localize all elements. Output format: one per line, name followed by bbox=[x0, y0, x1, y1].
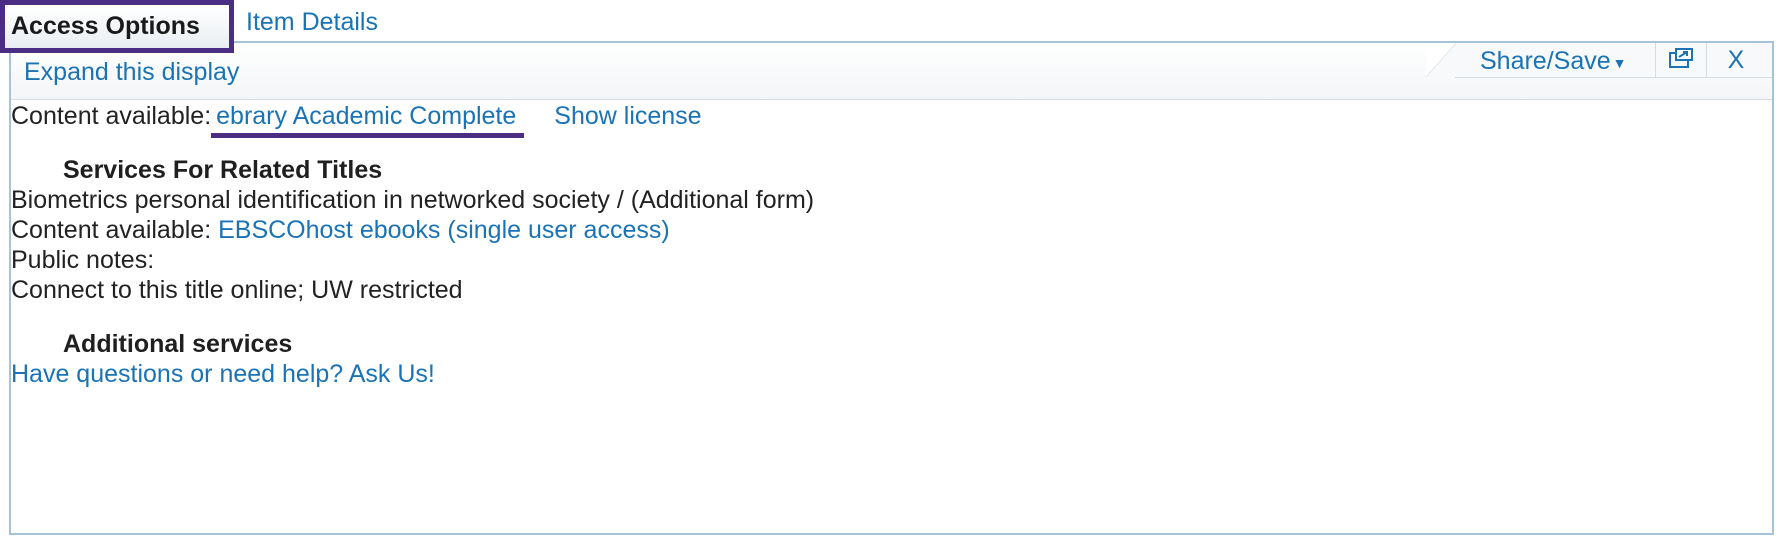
tab-access-options-label: Access Options bbox=[11, 12, 200, 40]
related-content-label: Content available: bbox=[11, 216, 212, 244]
content-available-label: Content available: bbox=[11, 102, 212, 130]
close-icon: X bbox=[1727, 46, 1745, 74]
chevron-down-icon: ▼ bbox=[1612, 55, 1627, 71]
access-options-panel: Expand this display Share/Save ▼ X Conten… bbox=[9, 41, 1774, 535]
toolbar-divider bbox=[1655, 43, 1656, 77]
public-notes-label: Public notes: bbox=[11, 246, 155, 274]
toolbar-divider bbox=[1706, 43, 1707, 77]
panel-content: Content available: ebrary Academic Comple… bbox=[11, 101, 814, 389]
tab-item-details[interactable]: Item Details bbox=[246, 8, 378, 37]
share-save-label: Share/Save bbox=[1480, 47, 1611, 75]
ebrary-link-wrapper: ebrary Academic Complete bbox=[211, 101, 525, 138]
panel-header: Expand this display Share/Save ▼ X bbox=[11, 43, 1772, 100]
expand-display-link[interactable]: Expand this display bbox=[24, 58, 239, 87]
related-content-row: Content available: EBSCOhost ebooks (sin… bbox=[11, 215, 814, 245]
share-save-button[interactable]: Share/Save ▼ bbox=[1480, 47, 1627, 76]
related-titles-heading: Services For Related Titles bbox=[63, 156, 383, 184]
tab-access-options[interactable]: Access Options bbox=[0, 0, 234, 53]
content-available-row: Content available: ebrary Academic Comple… bbox=[11, 101, 814, 138]
ebscohost-ebooks-link[interactable]: EBSCOhost ebooks (single user access) bbox=[218, 216, 670, 244]
popout-window-icon bbox=[1669, 48, 1693, 68]
ebrary-academic-complete-link[interactable]: ebrary Academic Complete bbox=[216, 102, 516, 130]
ask-us-link[interactable]: Have questions or need help? Ask Us! bbox=[11, 359, 814, 389]
additional-services-heading: Additional services bbox=[63, 330, 293, 358]
show-license-link[interactable]: Show license bbox=[554, 102, 701, 130]
tab-item-details-label: Item Details bbox=[246, 8, 378, 36]
close-button[interactable]: X bbox=[1708, 43, 1764, 77]
popout-window-button[interactable] bbox=[1657, 43, 1705, 77]
highlight-underline bbox=[211, 133, 525, 138]
public-notes-text: Connect to this title online; UW restric… bbox=[11, 276, 463, 304]
related-title-text: Biometrics personal identification in ne… bbox=[11, 186, 815, 214]
panel-toolbar: Share/Save ▼ X bbox=[1426, 43, 1772, 78]
